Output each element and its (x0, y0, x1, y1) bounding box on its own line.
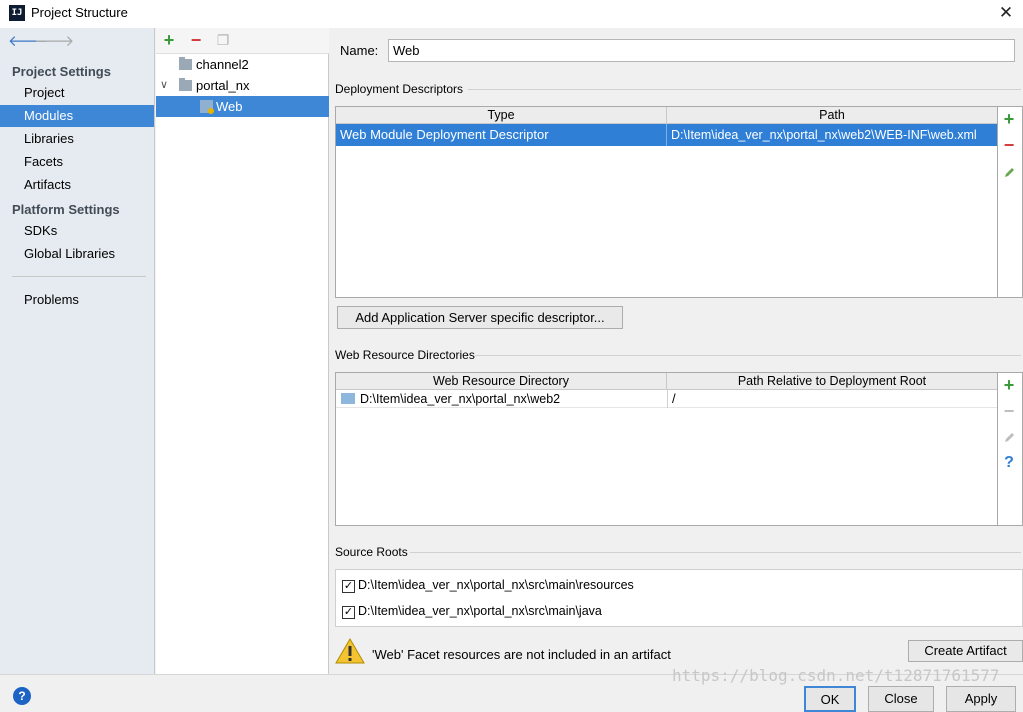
copy-module-icon[interactable]: ❐ (214, 31, 232, 49)
resource-relative-cell: / (672, 391, 676, 406)
tree-node-label: portal_nx (196, 78, 250, 93)
ok-button[interactable]: OK (804, 686, 856, 712)
add-descriptor-icon[interactable]: + (1000, 109, 1018, 129)
deployment-descriptors-table: Type Path Web Module Deployment Descript… (335, 106, 998, 298)
platform-settings-heading: Platform Settings (12, 202, 120, 217)
add-module-icon[interactable]: + (160, 31, 178, 49)
edit-pencil-icon[interactable] (1004, 431, 1016, 443)
close-button[interactable]: Close (868, 686, 934, 712)
resource-directory-cell: D:\Item\idea_ver_nx\portal_nx\web2 (360, 392, 561, 406)
edit-pencil-icon[interactable] (1004, 166, 1016, 178)
watermark-text: https://blog.csdn.net/t12871761577 (672, 666, 1000, 685)
module-folder-icon (179, 57, 192, 70)
deployment-descriptors-heading: Deployment Descriptors (335, 82, 464, 96)
source-roots-list: ✓ D:\Item\idea_ver_nx\portal_nx\src\main… (335, 569, 1023, 627)
chevron-down-icon[interactable]: ∨ (160, 75, 168, 96)
warning-icon (335, 638, 365, 664)
module-tree-panel: + − ❐ channel2 ∨ portal_nx Web (156, 28, 329, 674)
name-label: Name: (340, 43, 379, 58)
web-facet-icon (200, 100, 214, 114)
source-root-path: D:\Item\idea_ver_nx\portal_nx\src\main\r… (358, 578, 634, 592)
add-resource-icon[interactable]: + (1000, 375, 1018, 395)
source-roots-heading: Source Roots (335, 545, 408, 559)
resource-folder-icon (341, 393, 355, 404)
source-root-checkbox[interactable]: ✓ (342, 580, 355, 593)
help-icon[interactable]: ? (13, 687, 31, 705)
close-window-icon[interactable]: ✕ (995, 2, 1017, 24)
remove-resource-icon[interactable]: − (1000, 401, 1018, 421)
settings-sidebar: 🡐 🡒 Project Settings Project Modules Lib… (0, 28, 155, 674)
section-divider (410, 552, 1021, 553)
tree-node-web[interactable]: Web (156, 96, 329, 117)
sidebar-item-sdks[interactable]: SDKs (0, 220, 154, 242)
column-header-path[interactable]: Path (667, 107, 997, 124)
tree-node-portal-nx[interactable]: ∨ portal_nx (156, 75, 329, 96)
tree-node-label: Web (216, 99, 243, 114)
descriptor-type-cell: Web Module Deployment Descriptor (336, 124, 667, 146)
column-header-type[interactable]: Type (336, 107, 667, 124)
web-resource-table: Web Resource Directory Path Relative to … (335, 372, 998, 526)
table-row[interactable]: Web Module Deployment Descriptor D:\Item… (336, 124, 997, 146)
tree-node-channel2[interactable]: channel2 (156, 54, 329, 75)
sidebar-item-problems[interactable]: Problems (0, 289, 154, 311)
warning-message: 'Web' Facet resources are not included i… (372, 647, 671, 662)
title-bar: IJ Project Structure ✕ (0, 0, 1023, 28)
sidebar-item-modules[interactable]: Modules (0, 105, 154, 127)
sidebar-item-facets[interactable]: Facets (0, 151, 154, 173)
sidebar-item-artifacts[interactable]: Artifacts (0, 174, 154, 196)
remove-descriptor-icon[interactable]: − (1000, 135, 1018, 155)
sidebar-item-project[interactable]: Project (0, 82, 154, 104)
facet-settings-panel: Name: Deployment Descriptors Type Path W… (330, 28, 1023, 674)
section-divider (475, 355, 1021, 356)
sidebar-item-global-libraries[interactable]: Global Libraries (0, 243, 154, 265)
tree-node-label: channel2 (196, 57, 249, 72)
sidebar-item-libraries[interactable]: Libraries (0, 128, 154, 150)
create-artifact-button[interactable]: Create Artifact (908, 640, 1023, 662)
source-root-path: D:\Item\idea_ver_nx\portal_nx\src\main\j… (358, 604, 602, 618)
source-root-checkbox[interactable]: ✓ (342, 606, 355, 619)
descriptor-path-cell: D:\Item\idea_ver_nx\portal_nx\web2\WEB-I… (671, 128, 977, 142)
forward-arrow-icon[interactable]: 🡒 (34, 34, 74, 50)
add-server-descriptor-button[interactable]: Add Application Server specific descript… (337, 306, 623, 329)
project-settings-heading: Project Settings (12, 64, 111, 79)
descriptor-toolbar: + − (998, 106, 1023, 298)
resource-toolbar: + − ? (998, 372, 1023, 526)
module-folder-icon (179, 78, 192, 91)
remove-module-icon[interactable]: − (187, 31, 205, 49)
table-row[interactable]: D:\Item\idea_ver_nx\portal_nx\web2 / (336, 390, 997, 408)
section-divider (468, 89, 1021, 90)
window-title: Project Structure (31, 5, 128, 20)
web-resource-directories-heading: Web Resource Directories (335, 348, 475, 362)
intellij-app-icon: IJ (9, 5, 25, 21)
tree-toolbar: + − ❐ (156, 28, 329, 54)
sidebar-divider (12, 276, 146, 277)
apply-button[interactable]: Apply (946, 686, 1016, 712)
help-icon[interactable]: ? (1000, 453, 1018, 473)
name-field[interactable] (388, 39, 1015, 62)
